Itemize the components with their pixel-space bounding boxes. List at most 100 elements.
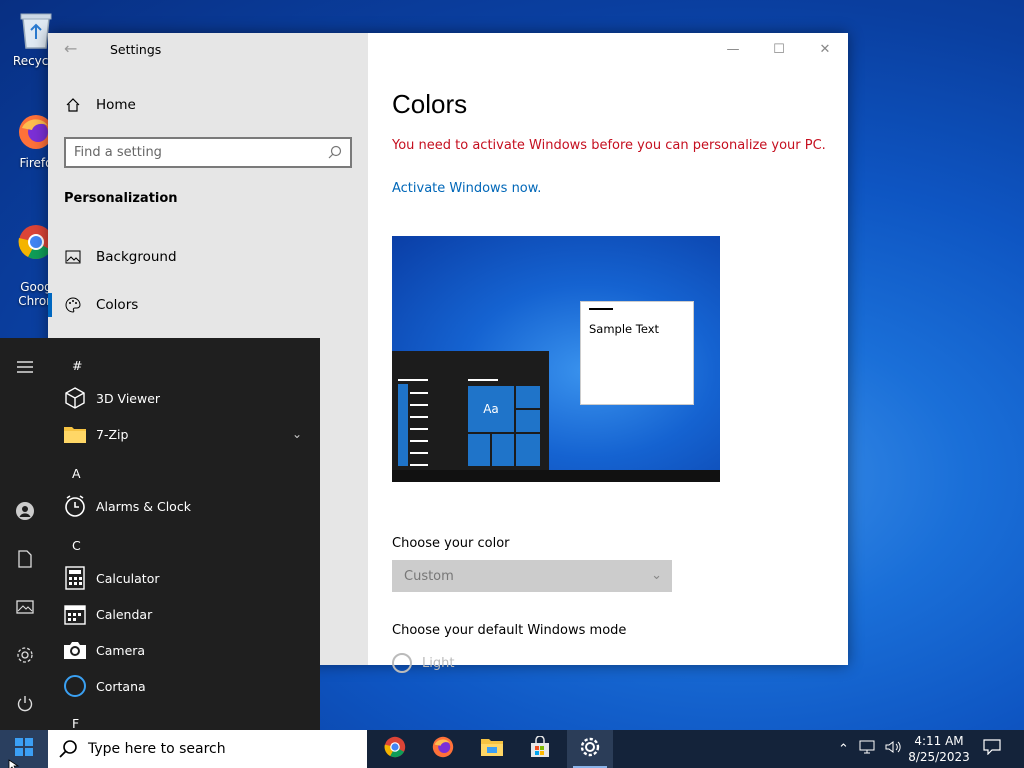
taskbar-clock[interactable]: 4:11 AM 8/25/2023	[906, 733, 972, 765]
group-letter-f[interactable]: F	[72, 716, 79, 731]
group-letter-hash[interactable]: #	[72, 358, 82, 373]
pictures-icon[interactable]	[14, 596, 36, 618]
activate-windows-link[interactable]: Activate Windows now.	[392, 181, 541, 196]
app-alarms-clock[interactable]: Alarms & Clock	[62, 493, 302, 519]
app-camera[interactable]: Camera	[62, 637, 302, 663]
preview-sample-text: Sample Text	[589, 322, 660, 336]
preview-line	[410, 440, 428, 442]
minimize-icon[interactable]: —	[710, 33, 756, 65]
notification-icon	[983, 739, 1001, 759]
section-title: Personalization	[64, 191, 178, 206]
user-avatar-icon[interactable]	[14, 500, 36, 522]
nav-home-label: Home	[96, 97, 136, 113]
palette-icon	[64, 296, 82, 314]
taskbar-file-explorer[interactable]	[469, 730, 515, 768]
taskbar-search-box[interactable]: Type here to search	[48, 730, 367, 768]
app-name: Calendar	[96, 606, 153, 622]
taskbar-store[interactable]	[517, 730, 563, 768]
nav-background[interactable]: Background	[64, 248, 177, 266]
app-3d-viewer[interactable]: 3D Viewer	[62, 385, 302, 411]
close-icon[interactable]: ✕	[802, 33, 848, 65]
color-preview: Aa Sample Text	[392, 236, 720, 482]
settings-icon	[579, 736, 601, 762]
picture-icon	[64, 248, 82, 266]
folder-icon	[62, 421, 88, 447]
system-tray: ⌃	[838, 730, 903, 768]
app-calculator[interactable]: Calculator	[62, 565, 302, 591]
calendar-icon	[62, 601, 88, 627]
preview-tile	[516, 386, 540, 408]
color-dropdown-value: Custom	[404, 568, 454, 584]
hamburger-menu-icon[interactable]	[14, 356, 36, 378]
clock-date: 8/25/2023	[908, 750, 970, 764]
nav-home[interactable]: Home	[64, 96, 136, 114]
maximize-icon[interactable]: ☐	[756, 33, 802, 65]
power-icon[interactable]	[14, 693, 36, 715]
file-explorer-icon	[480, 737, 504, 761]
app-name: Cortana	[96, 678, 146, 694]
radio-circle-icon	[392, 653, 412, 673]
taskbar: Type here to search ⌃ 4:11 AM 8/25/2023	[0, 730, 1024, 768]
settings-gear-icon[interactable]	[14, 644, 36, 666]
app-7-zip[interactable]: 7-Zip ⌄	[62, 421, 302, 447]
page-title: Colors	[392, 89, 468, 119]
app-name: Alarms & Clock	[96, 498, 191, 514]
chevron-up-icon[interactable]: ⌃	[838, 742, 849, 757]
selected-indicator	[48, 293, 52, 317]
app-name: 7-Zip	[96, 426, 129, 442]
nav-colors-label: Colors	[96, 297, 139, 313]
search-placeholder: Find a setting	[74, 145, 162, 160]
preview-tile	[398, 384, 408, 466]
chevron-down-icon: ⌄	[651, 568, 662, 583]
preview-line	[410, 452, 428, 454]
action-center-button[interactable]	[980, 730, 1004, 768]
chrome-icon	[383, 735, 407, 763]
preview-tile	[468, 434, 490, 466]
app-calendar[interactable]: Calendar	[62, 601, 302, 627]
app-name: 3D Viewer	[96, 390, 161, 406]
preview-line	[468, 379, 498, 381]
taskbar-firefox[interactable]	[420, 730, 466, 768]
mode-radio-light[interactable]: Light	[392, 653, 454, 673]
volume-icon[interactable]	[885, 740, 903, 758]
clock-icon	[62, 493, 88, 519]
preview-taskbar	[392, 470, 720, 482]
search-icon	[58, 739, 78, 763]
nav-background-label: Background	[96, 249, 177, 265]
preview-tile	[516, 434, 540, 466]
documents-icon[interactable]	[14, 548, 36, 570]
app-name: Camera	[96, 642, 146, 658]
cortana-icon	[62, 673, 88, 699]
search-icon	[328, 145, 342, 163]
calculator-icon	[62, 565, 88, 591]
preview-window: Sample Text	[580, 301, 694, 405]
back-arrow-icon[interactable]: ←	[64, 39, 77, 58]
nav-colors[interactable]: Colors	[64, 296, 138, 314]
app-cortana[interactable]: Cortana	[62, 673, 302, 699]
network-icon[interactable]	[859, 740, 875, 758]
app-name: Calculator	[96, 570, 160, 586]
taskbar-search-placeholder: Type here to search	[88, 741, 226, 757]
chevron-down-icon[interactable]: ⌄	[292, 427, 302, 441]
store-icon	[529, 735, 551, 762]
taskbar-chrome[interactable]	[372, 730, 418, 768]
group-letter-c[interactable]: C	[72, 538, 81, 553]
preview-line	[398, 379, 428, 381]
start-rail	[0, 338, 50, 730]
home-icon	[64, 96, 82, 114]
cube-icon	[62, 385, 88, 411]
preview-line	[410, 428, 428, 430]
find-setting-input[interactable]: Find a setting	[64, 137, 352, 168]
preview-window-bar	[589, 308, 613, 310]
firefox-icon	[431, 735, 455, 763]
preview-tile	[492, 434, 514, 466]
preview-tile	[516, 410, 540, 432]
preview-line	[410, 392, 428, 394]
window-title: Settings	[110, 42, 162, 57]
window-controls: — ☐ ✕	[710, 33, 848, 65]
taskbar-settings[interactable]	[567, 730, 613, 768]
color-dropdown[interactable]: Custom ⌄	[392, 560, 672, 592]
preview-line	[410, 464, 428, 466]
group-letter-a[interactable]: A	[72, 466, 81, 481]
activation-warning: You need to activate Windows before you …	[392, 138, 826, 153]
